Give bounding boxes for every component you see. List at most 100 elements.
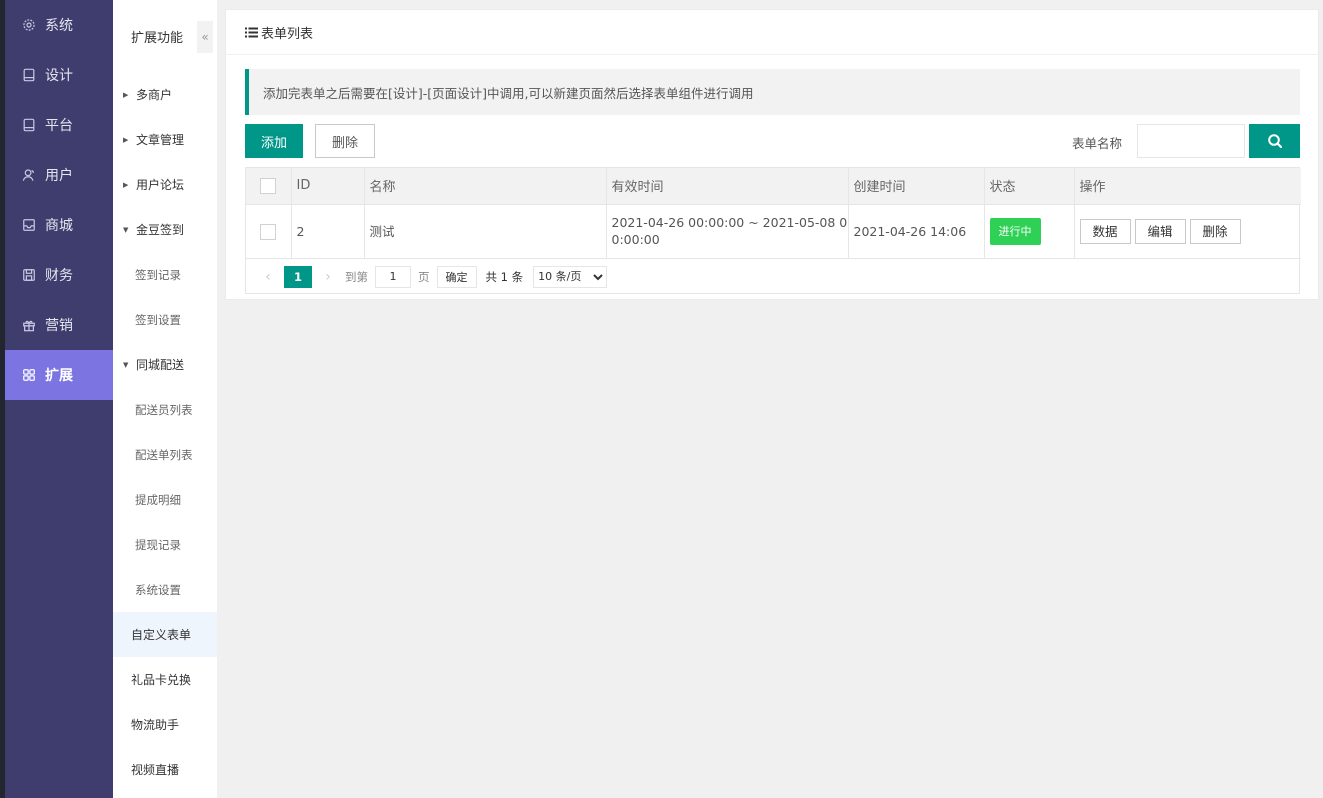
- sidebar-item-label: 扩展: [45, 368, 73, 384]
- pagination: ‹ 1 › 到第 页 确定 共 1 条 10 条/页: [246, 259, 1299, 295]
- sidebar-item-label: 商城: [45, 218, 73, 234]
- sidebar-item-label: 用户: [45, 168, 73, 184]
- caret-right-icon: ▶: [123, 180, 129, 189]
- apps-icon: [23, 369, 35, 381]
- delete-button[interactable]: 删除: [315, 124, 375, 158]
- subnav-item[interactable]: 签到记录: [113, 252, 217, 297]
- caret-right-icon: ▶: [123, 90, 129, 99]
- subnav-item-label: 金豆签到: [136, 223, 185, 237]
- subnav-item-label: 配送单列表: [135, 447, 193, 462]
- add-button[interactable]: 添加: [245, 124, 303, 158]
- subnav-item[interactable]: ▼ 金豆签到: [113, 207, 217, 252]
- column-header-status: 状态: [984, 168, 1075, 205]
- edit-button[interactable]: 编辑: [1134, 218, 1186, 244]
- subnav-item-label: 配送员列表: [135, 402, 193, 417]
- subnav-item-label: 礼品卡兑换: [131, 673, 192, 687]
- select-all-cell: [246, 168, 292, 205]
- select-all-checkbox[interactable]: [260, 177, 276, 194]
- subnav-item-label: 签到记录: [135, 267, 181, 282]
- search-label: 表单名称: [1072, 136, 1123, 151]
- inbox-icon: [23, 219, 35, 231]
- sidebar-item-finance[interactable]: 财务: [5, 250, 113, 300]
- subnav-item-label: 多商户: [136, 88, 173, 102]
- row-checkbox[interactable]: [260, 223, 276, 240]
- sub-sidebar-list: ▶ 多商户 ▶ 文章管理 ▶ 用户论坛 ▼ 金豆签到 签到记录 签到设置 ▼ 同城配送 配送员列表 配送单…: [113, 72, 217, 792]
- sub-sidebar: 扩展功能 « ▶ 多商户 ▶ 文章管理 ▶ 用户论坛 ▼ 金豆签到 签到记录 签到设置 ▼ 同城配送配…: [113, 0, 217, 798]
- subnav-item-label: 提成明细: [135, 492, 181, 507]
- form-list-panel: 表单列表 添加完表单之后需要在[设计]-[页面设计]中调用,可以新建页面然后选择…: [225, 9, 1319, 300]
- sidebar-item-label: 系统: [45, 18, 73, 34]
- subnav-item-label: 同城配送: [136, 358, 185, 372]
- list-icon: [245, 27, 258, 37]
- subnav-item-label: 自定义表单: [131, 628, 192, 642]
- tablet-icon: [23, 118, 35, 132]
- gear-icon: [23, 19, 35, 31]
- sidebar-item-design[interactable]: 设计: [5, 50, 113, 100]
- subnav-item[interactable]: 提成明细: [113, 477, 217, 522]
- subnav-item[interactable]: 配送员列表: [113, 387, 217, 432]
- table-row: 2 测试 2021-04-26 00:00:00 ~ 2021-05-08 00…: [246, 204, 1301, 259]
- subnav-item-label: 签到设置: [135, 312, 181, 327]
- cell-status: 进行中: [984, 204, 1075, 259]
- row-select-cell: [246, 204, 292, 259]
- search-button[interactable]: [1249, 124, 1300, 158]
- caret-down-icon: ▼: [123, 360, 129, 369]
- subnav-item[interactable]: 自定义表单: [113, 612, 217, 657]
- goto-page-input[interactable]: [375, 265, 411, 288]
- panel-header: 表单列表: [226, 10, 1318, 55]
- sidebar-item-mall[interactable]: 商城: [5, 200, 113, 250]
- subnav-item[interactable]: 提现记录: [113, 522, 217, 567]
- page-title: 表单列表: [261, 26, 314, 42]
- form-name-search-input[interactable]: [1137, 124, 1245, 158]
- sidebar-item-marketing[interactable]: 营销: [5, 300, 113, 350]
- subnav-item[interactable]: 系统设置: [113, 567, 217, 612]
- sidebar-item-label: 财务: [45, 268, 73, 284]
- sidebar-item-user[interactable]: 用户: [5, 150, 113, 200]
- tablet-icon: [23, 68, 35, 82]
- sub-sidebar-header: 扩展功能 «: [113, 0, 217, 72]
- caret-right-icon: ▶: [123, 135, 129, 144]
- user-icon: [22, 169, 34, 181]
- subnav-item[interactable]: ▶ 文章管理: [113, 117, 217, 162]
- form-table: ID 名称 有效时间 创建时间 状态 操作 2 测试 2021-04-26 00…: [245, 167, 1301, 295]
- prev-page-button[interactable]: ‹: [258, 269, 278, 285]
- page-unit: 页: [418, 269, 430, 284]
- goto-confirm-button[interactable]: 确定: [436, 265, 477, 288]
- subnav-item-label: 系统设置: [135, 582, 181, 597]
- current-page[interactable]: 1: [284, 265, 312, 288]
- subnav-item[interactable]: 配送单列表: [113, 432, 217, 477]
- subnav-item[interactable]: 礼品卡兑换: [113, 657, 217, 702]
- goto-label: 到第: [345, 269, 368, 284]
- subnav-item[interactable]: 视频直播: [113, 747, 217, 792]
- data-button[interactable]: 数据: [1079, 218, 1131, 244]
- subnav-item-label: 视频直播: [131, 763, 180, 777]
- sidebar-item-platform[interactable]: 平台: [5, 100, 113, 150]
- collapse-sidebar-button[interactable]: «: [197, 21, 213, 53]
- subnav-item[interactable]: ▶ 用户论坛: [113, 162, 217, 207]
- save-icon: [23, 269, 35, 281]
- sidebar-item-label: 设计: [45, 68, 73, 84]
- subnav-item-label: 物流助手: [131, 718, 180, 732]
- subnav-item[interactable]: 签到设置: [113, 297, 217, 342]
- column-header-actions: 操作: [1074, 168, 1301, 205]
- row-delete-button[interactable]: 删除: [1189, 218, 1241, 244]
- cell-actions: 数据 编辑 删除: [1074, 204, 1301, 259]
- sidebar-item-extension[interactable]: 扩展: [5, 350, 113, 400]
- notice-text: 添加完表单之后需要在[设计]-[页面设计]中调用,可以新建页面然后选择表单组件进…: [263, 85, 754, 101]
- cell-id: 2: [291, 204, 365, 259]
- main-sidebar: 系统 设计 平台 用户 商城 财务 营销 扩展: [5, 0, 113, 798]
- subnav-item[interactable]: ▶ 多商户: [113, 72, 217, 117]
- page-size-select[interactable]: 10 条/页: [533, 265, 608, 288]
- sidebar-item-label: 平台: [45, 118, 73, 134]
- sub-sidebar-title: 扩展功能: [131, 30, 184, 46]
- subnav-item[interactable]: 物流助手: [113, 702, 217, 747]
- total-count: 共 1 条: [485, 269, 524, 284]
- sidebar-item-system[interactable]: 系统: [5, 0, 113, 50]
- column-header-created: 创建时间: [848, 168, 985, 205]
- subnav-item-label: 提现记录: [135, 537, 181, 552]
- subnav-item[interactable]: ▼ 同城配送: [113, 342, 217, 387]
- usage-notice: 添加完表单之后需要在[设计]-[页面设计]中调用,可以新建页面然后选择表单组件进…: [245, 69, 1300, 115]
- cell-name: 测试: [364, 204, 607, 259]
- subnav-item-label: 文章管理: [136, 133, 185, 147]
- next-page-button[interactable]: ›: [318, 269, 338, 285]
